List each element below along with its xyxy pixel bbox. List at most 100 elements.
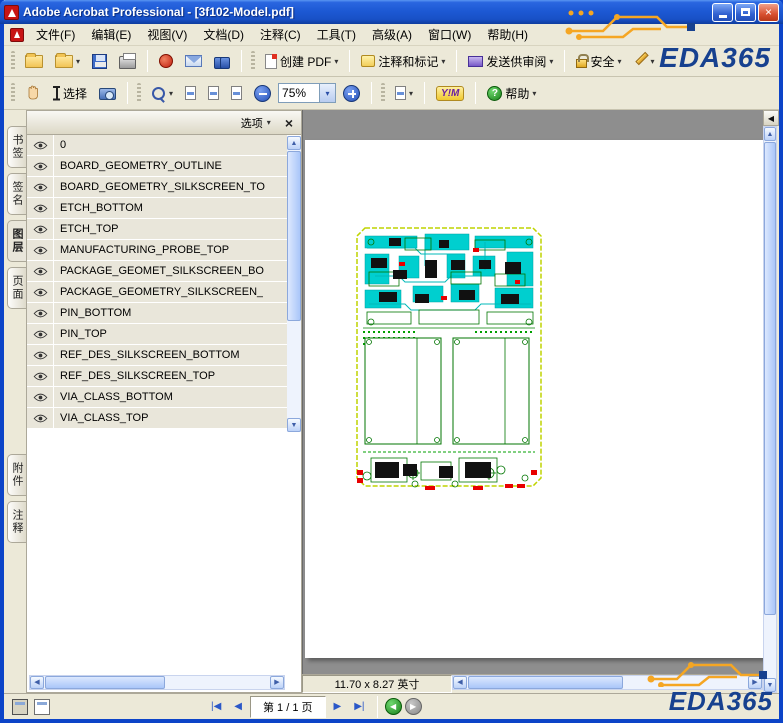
options-menu-button[interactable]: 选项 ▾ (241, 115, 271, 131)
layer-visibility-toggle[interactable] (27, 387, 54, 407)
toolbar-grip[interactable] (137, 83, 141, 103)
menu-item[interactable]: 文件(F) (28, 23, 83, 46)
doc-hscroll-thumb[interactable] (468, 676, 623, 689)
layer-row[interactable]: ETCH_TOP (27, 219, 287, 240)
first-page-button[interactable]: |◀ (206, 698, 226, 715)
menu-item[interactable]: 高级(A) (364, 23, 420, 46)
layer-visibility-toggle[interactable] (27, 135, 54, 155)
maximize-button[interactable] (735, 3, 756, 22)
sidebar-tab-signatures[interactable]: 签名 (7, 173, 26, 215)
previous-view-button[interactable]: ◀ (385, 698, 402, 715)
layer-visibility-toggle[interactable] (27, 177, 54, 197)
sidebar-tab-pages[interactable]: 页面 (7, 267, 26, 309)
scroll-up-icon[interactable]: ▲ (764, 127, 776, 141)
layer-row[interactable]: VIA_CLASS_TOP (27, 408, 287, 429)
menu-item[interactable]: 编辑(E) (83, 23, 139, 46)
panel-close-icon[interactable]: × (285, 116, 293, 130)
snapshot-button[interactable] (94, 83, 121, 103)
search-button[interactable] (209, 52, 235, 71)
menu-item[interactable]: 视图(V) (139, 23, 195, 46)
panel-hscroll-track[interactable] (44, 676, 270, 689)
previous-page-button[interactable]: ◀ (229, 698, 247, 715)
scroll-left-icon[interactable]: ◀ (30, 676, 44, 689)
scroll-up-icon[interactable]: ▲ (287, 136, 301, 150)
layer-row[interactable]: PIN_BOTTOM (27, 303, 287, 324)
document-vertical-scrollbar[interactable]: ▲ ▼ (763, 126, 777, 693)
panel-vertical-scrollbar[interactable]: ▲ ▼ (287, 136, 301, 432)
layer-row[interactable]: PACKAGE_GEOMET_SILKSCREEN_BO (27, 261, 287, 282)
layer-visibility-toggle[interactable] (27, 303, 54, 323)
sidebar-tab-layers[interactable]: 图层 (7, 220, 26, 262)
print-button[interactable] (114, 50, 141, 72)
single-page-view-button[interactable] (12, 699, 28, 715)
layer-visibility-toggle[interactable] (27, 240, 54, 260)
layer-row[interactable]: REF_DES_SILKSCREEN_BOTTOM (27, 345, 287, 366)
secure-button[interactable]: 安全 ▾ (571, 50, 626, 73)
layer-visibility-toggle[interactable] (27, 219, 54, 239)
fit-width-button[interactable] (226, 83, 247, 103)
fit-page-button[interactable] (203, 83, 224, 103)
layer-visibility-toggle[interactable] (27, 366, 54, 386)
panel-scroll-track[interactable] (287, 150, 301, 418)
scroll-right-icon[interactable]: ▶ (270, 676, 284, 689)
panel-scroll-thumb[interactable] (287, 151, 301, 321)
zoom-in-button[interactable] (338, 82, 365, 105)
doc-vscroll-track[interactable] (764, 141, 776, 678)
menu-item[interactable]: 窗口(W) (420, 23, 479, 46)
layer-row[interactable]: PACKAGE_GEOMETRY_SILKSCREEN_ (27, 282, 287, 303)
menu-item[interactable]: 注释(C) (252, 23, 309, 46)
scroll-down-icon[interactable]: ▼ (287, 418, 301, 432)
layer-row[interactable]: 0 (27, 135, 287, 156)
sidebar-tab-comments[interactable]: 注释 (7, 501, 26, 543)
create-pdf-button[interactable]: 创建 PDF ▾ (260, 50, 343, 73)
next-page-button[interactable]: ▶ (329, 698, 347, 715)
yahoo-messenger-button[interactable]: Y!M (431, 83, 469, 104)
page-display-button[interactable]: ▾ (390, 83, 418, 103)
open-button[interactable] (20, 52, 48, 71)
zoom-tool-button[interactable]: ▾ (146, 83, 178, 104)
layer-visibility-toggle[interactable] (27, 261, 54, 281)
layer-visibility-toggle[interactable] (27, 198, 54, 218)
doc-vscroll-thumb[interactable] (764, 142, 776, 615)
sign-button[interactable]: ▾ (628, 51, 659, 71)
toolbar-grip[interactable] (251, 51, 255, 71)
hand-tool-button[interactable] (20, 82, 46, 104)
scroll-left-icon[interactable]: ◀ (453, 676, 467, 689)
page-number-indicator[interactable]: 第 1 / 1 页 (250, 696, 326, 718)
sidebar-tab-attachments[interactable]: 附件 (7, 454, 26, 496)
stamp-button[interactable] (154, 51, 178, 71)
layer-row[interactable]: BOARD_GEOMETRY_SILKSCREEN_TO (27, 177, 287, 198)
collapse-pane-button[interactable]: ◀ (763, 110, 779, 126)
menu-item[interactable]: 文档(D) (195, 23, 252, 46)
zoom-dropdown-button[interactable]: ▾ (319, 84, 335, 102)
comment-markup-button[interactable]: 注释和标记 ▾ (356, 50, 450, 73)
actual-size-button[interactable] (180, 83, 201, 103)
panel-horizontal-scrollbar[interactable]: ◀ ▶ (29, 675, 285, 690)
panel-hscroll-thumb[interactable] (45, 676, 165, 689)
pdf-page[interactable] (305, 140, 763, 658)
layer-row[interactable]: BOARD_GEOMETRY_OUTLINE (27, 156, 287, 177)
layer-visibility-toggle[interactable] (27, 408, 54, 428)
save-button[interactable] (87, 51, 112, 72)
zoom-out-button[interactable] (249, 82, 276, 105)
continuous-view-button[interactable] (34, 699, 50, 715)
layer-visibility-toggle[interactable] (27, 324, 54, 344)
menu-item[interactable]: 帮助(H) (479, 23, 536, 46)
layer-visibility-toggle[interactable] (27, 156, 54, 176)
toolbar-grip[interactable] (381, 83, 385, 103)
zoom-input[interactable] (279, 86, 319, 100)
layer-row[interactable]: ETCH_BOTTOM (27, 198, 287, 219)
toolbar-grip[interactable] (11, 83, 15, 103)
toolbar-grip[interactable] (11, 51, 15, 71)
close-button[interactable]: × (758, 3, 779, 22)
select-tool-button[interactable]: 选择 (48, 82, 92, 105)
sidebar-tab-bookmarks[interactable]: 书签 (7, 126, 26, 168)
email-button[interactable] (180, 52, 207, 70)
menu-item[interactable]: 工具(T) (309, 23, 364, 46)
layer-row[interactable]: VIA_CLASS_BOTTOM (27, 387, 287, 408)
layer-visibility-toggle[interactable] (27, 345, 54, 365)
layer-row[interactable]: REF_DES_SILKSCREEN_TOP (27, 366, 287, 387)
next-view-button[interactable]: ▶ (405, 698, 422, 715)
organizer-button[interactable]: ▾ (50, 52, 85, 71)
layer-row[interactable]: PIN_TOP (27, 324, 287, 345)
